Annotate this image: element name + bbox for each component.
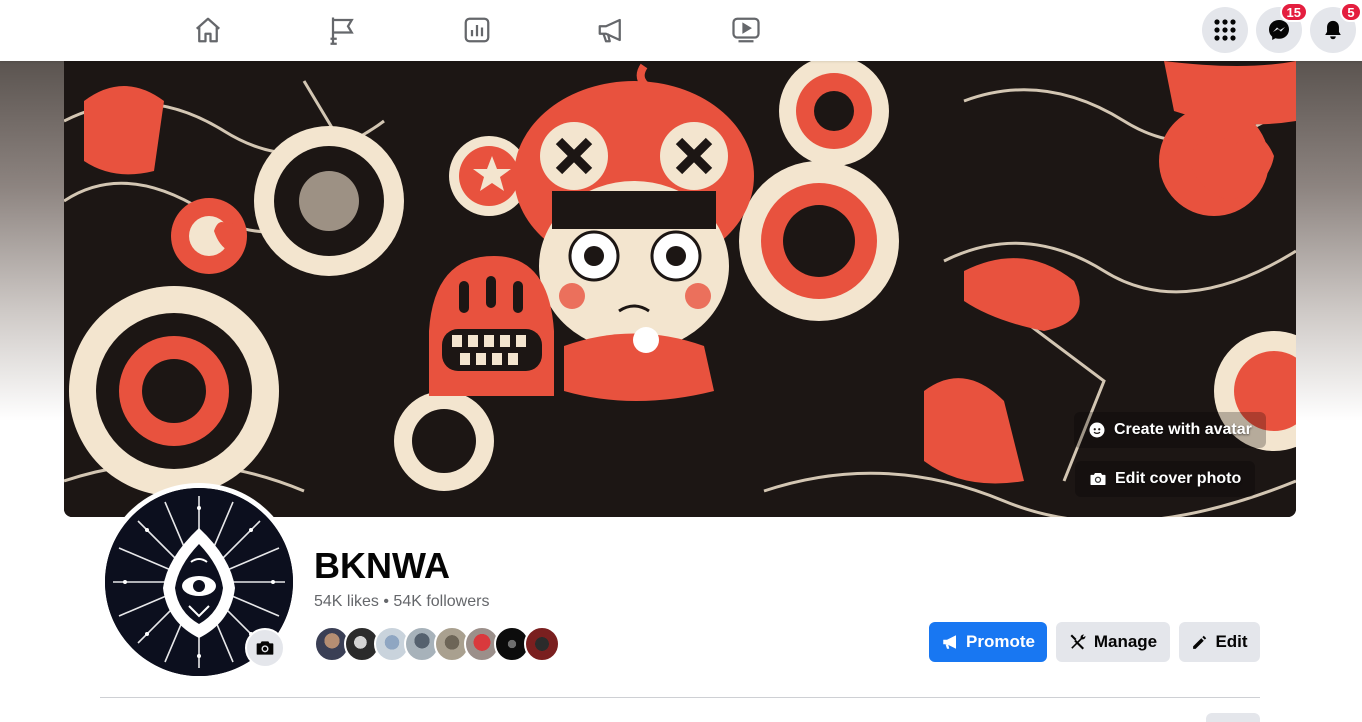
insights-icon[interactable] <box>461 14 493 46</box>
messenger-badge: 15 <box>1279 2 1308 22</box>
grid-menu-icon <box>1214 19 1236 41</box>
follower-avatar[interactable] <box>524 626 560 662</box>
bell-icon <box>1325 20 1341 40</box>
create-with-avatar-label: Create with avatar <box>1114 421 1252 438</box>
edit-label: Edit <box>1215 632 1248 651</box>
edit-button[interactable]: Edit <box>1179 622 1260 662</box>
manage-label: Manage <box>1093 632 1158 651</box>
avatar-icon <box>1089 422 1105 438</box>
pencil-icon <box>1193 635 1207 649</box>
home-icon[interactable] <box>192 14 224 46</box>
video-icon[interactable] <box>730 14 762 46</box>
notifications-badge: 5 <box>1340 2 1362 22</box>
edit-cover-photo-label: Edit cover photo <box>1115 470 1242 487</box>
megaphone-icon <box>943 635 957 649</box>
promote-label: Promote <box>966 632 1035 651</box>
menu-button[interactable] <box>1202 7 1248 53</box>
page-stats[interactable]: 54K likes • 54K followers <box>314 593 489 611</box>
section-divider <box>100 697 1260 698</box>
camera-icon <box>256 641 274 655</box>
update-profile-picture-button[interactable] <box>245 628 285 668</box>
top-navigation: 15 5 <box>0 0 1362 61</box>
flag-icon[interactable] <box>327 14 359 46</box>
more-options-button[interactable] <box>1206 713 1260 722</box>
tools-icon <box>1070 634 1086 650</box>
promote-button[interactable]: Promote <box>929 622 1047 662</box>
camera-icon <box>1090 473 1106 485</box>
edit-cover-photo-button[interactable]: Edit cover photo <box>1075 461 1256 497</box>
notifications-button[interactable]: 5 <box>1310 2 1362 53</box>
messenger-button[interactable]: 15 <box>1256 2 1308 53</box>
megaphone-icon[interactable] <box>595 14 627 46</box>
cover-illustration <box>64 61 1296 517</box>
create-with-avatar-button[interactable]: Create with avatar <box>1074 412 1266 448</box>
page-title: BKNWA <box>314 545 450 586</box>
cover-photo[interactable]: Create with avatar Edit cover photo <box>64 61 1296 517</box>
manage-button[interactable]: Manage <box>1056 622 1170 662</box>
